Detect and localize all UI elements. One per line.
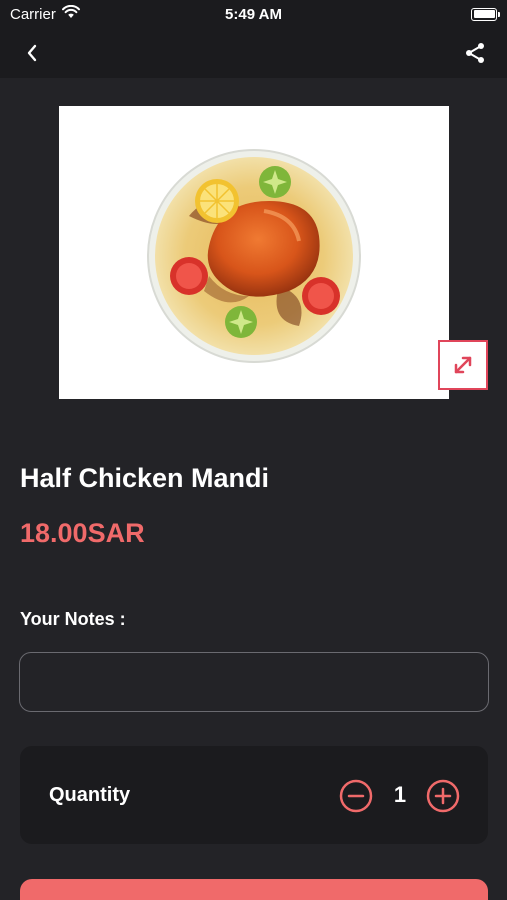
plus-circle-icon [426, 779, 460, 813]
expand-image-button[interactable] [438, 340, 488, 390]
add-to-cart-button[interactable] [20, 879, 488, 900]
quantity-label: Quantity [49, 784, 131, 806]
wifi-icon [61, 4, 80, 23]
notes-input[interactable] [19, 652, 489, 712]
quantity-card: Quantity 1 [20, 746, 488, 844]
nav-bar [0, 28, 507, 78]
status-left: Carrier [10, 4, 80, 23]
quantity-value: 1 [393, 782, 407, 807]
product-price: 18.00SAR [20, 518, 145, 548]
decrease-quantity-button[interactable] [339, 779, 373, 813]
battery-icon [471, 7, 500, 21]
product-image [59, 106, 449, 399]
product-name: Half Chicken Mandi [20, 463, 270, 493]
carrier-label: Carrier [10, 5, 56, 23]
status-bar: Carrier 5:49 AM [0, 0, 507, 28]
notes-label: Your Notes : [20, 609, 126, 629]
share-button[interactable] [461, 39, 489, 67]
minus-circle-icon [339, 779, 373, 813]
share-icon [466, 43, 484, 63]
dish-image [147, 149, 361, 363]
chevron-left-icon [27, 44, 37, 62]
expand-icon [454, 356, 472, 374]
increase-quantity-button[interactable] [426, 779, 460, 813]
back-button[interactable] [18, 39, 46, 67]
